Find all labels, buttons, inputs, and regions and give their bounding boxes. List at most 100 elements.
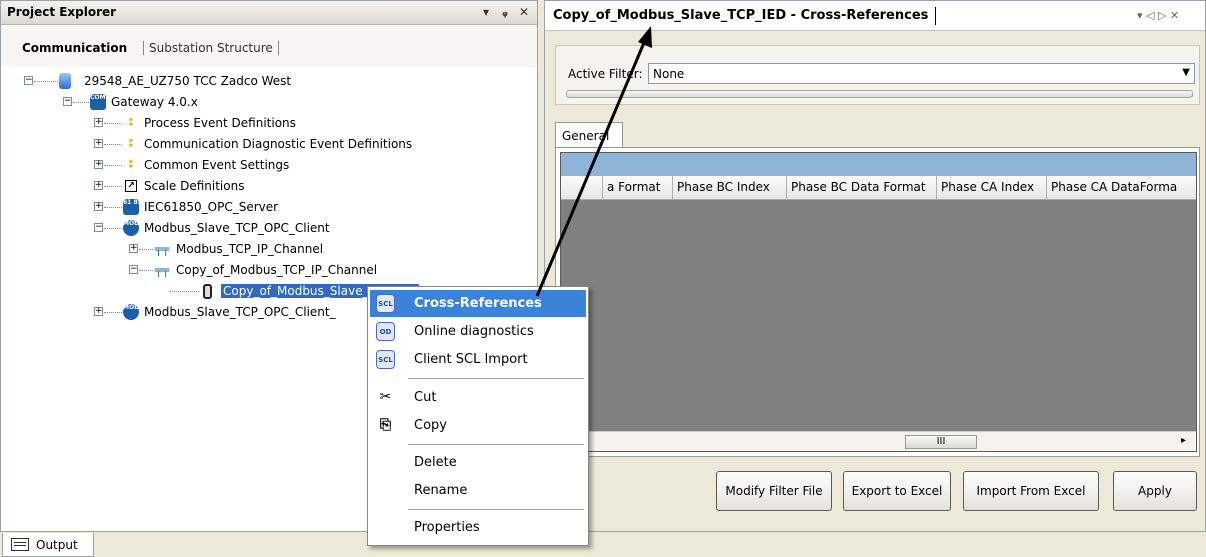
output-tab-label: Output	[36, 538, 78, 552]
database-icon	[59, 73, 71, 89]
active-filter-value: None	[653, 67, 685, 81]
grid-header-row: a Format Phase BC Index Phase BC Data Fo…	[561, 176, 1196, 200]
menu-item-copy[interactable]: ⎘ Copy	[370, 412, 586, 439]
menu-item-label: Delete	[414, 455, 457, 470]
expand-icon[interactable]: +	[94, 307, 103, 316]
export-to-excel-button[interactable]: Export to Excel	[843, 471, 951, 511]
window-controls-icon[interactable]: ▾ ◁ ▷ ✕	[1137, 9, 1179, 22]
output-tab[interactable]: Output	[2, 533, 94, 557]
tree-node-label: Modbus_TCP_IP_Channel	[176, 242, 324, 256]
iec61850-icon: 61 850	[123, 199, 146, 215]
menu-item-delete[interactable]: Delete	[370, 449, 586, 476]
active-filter-label: Active Filter:	[568, 67, 643, 81]
output-icon	[11, 538, 29, 551]
tree-node-comm-diag-events[interactable]: + ⁑ Communication Diagnostic Event Defin…	[1, 136, 501, 154]
tree-node-label: Common Event Settings	[144, 158, 290, 172]
general-panel: a Format Phase BC Index Phase BC Data Fo…	[555, 147, 1200, 457]
import-from-excel-button[interactable]: Import From Excel	[963, 471, 1099, 511]
expand-icon[interactable]: +	[94, 202, 103, 211]
collapse-icon[interactable]: −	[94, 223, 103, 232]
expand-icon[interactable]: +	[94, 118, 103, 127]
tab-substation-structure[interactable]: Substation Structure	[143, 41, 279, 55]
expand-icon[interactable]: +	[94, 160, 103, 169]
menu-item-online-diagnostics[interactable]: OD Online diagnostics	[370, 318, 586, 345]
column-header[interactable]: Phase CA DataForma	[1047, 176, 1196, 200]
project-explorer-title: Project Explorer	[7, 5, 117, 19]
tree-node-copy-channel[interactable]: − ╤╤ Copy_of_Modbus_TCP_IP_Channel	[1, 262, 501, 280]
active-filter-select[interactable]: None ▼	[648, 63, 1195, 84]
tree-node-common-events[interactable]: + ⁑ Common Event Settings	[1, 157, 501, 175]
tree-node-label: Scale Definitions	[144, 179, 245, 193]
modbus-icon: MOD BUS	[123, 304, 155, 320]
column-header[interactable]: Phase BC Data Format	[787, 176, 937, 200]
menu-separator	[408, 444, 584, 445]
tree-node-scale-definitions[interactable]: + ↗ Scale Definitions	[1, 178, 501, 196]
menu-item-rename[interactable]: Rename	[370, 477, 586, 504]
grid-group-band	[561, 153, 1196, 176]
menu-item-label: Cross-References	[414, 296, 542, 311]
collapse-icon[interactable]: −	[129, 265, 138, 274]
menu-item-label: Properties	[414, 520, 480, 535]
pane-dropdown-icon[interactable]: ▾	[483, 5, 489, 19]
modify-filter-file-button[interactable]: Modify Filter File	[716, 471, 832, 511]
menu-item-cross-references[interactable]: SCL Cross-References	[370, 290, 586, 317]
menu-separator	[408, 378, 584, 379]
tree-connector	[34, 81, 58, 82]
gateway-icon: COM 600	[90, 94, 120, 110]
expand-icon[interactable]: +	[94, 139, 103, 148]
expand-icon[interactable]: +	[94, 181, 103, 190]
event-icon: ⁑	[128, 137, 134, 150]
menu-item-client-scl-import[interactable]: SCL Client SCL Import	[370, 346, 586, 373]
tree-connector	[104, 186, 122, 187]
copy-icon: ⎘	[379, 417, 392, 433]
tree-node-label: Modbus_Slave_TCP_OPC_Client_	[144, 305, 336, 319]
grid-row-header	[561, 176, 603, 200]
tree-node-process-events[interactable]: + ⁑ Process Event Definitions	[1, 115, 501, 133]
pin-icon[interactable]: ᵩ	[502, 5, 508, 19]
filter-group: Active Filter: None ▼	[555, 45, 1200, 105]
document-tab-title[interactable]: Copy_of_Modbus_Slave_TCP_IED - Cross-Ref…	[553, 8, 928, 23]
tree-node-gateway[interactable]: − COM 600 Gateway 4.0.x	[1, 94, 501, 112]
expand-icon[interactable]: +	[129, 244, 138, 253]
menu-item-properties[interactable]: Properties	[370, 514, 586, 541]
column-header[interactable]: a Format	[603, 176, 673, 200]
filter-progress-bar	[566, 90, 1193, 98]
scrollbar-thumb[interactable]: III	[905, 435, 977, 449]
column-header[interactable]: Phase CA Index	[937, 176, 1047, 200]
scale-icon: ↗	[125, 180, 137, 192]
explorer-tabs: Communication Substation Structure	[1, 25, 537, 67]
tree-connector	[104, 207, 122, 208]
tree-node-label: 29548_AE_UZ750 TCC Zadco West	[84, 74, 292, 88]
ied-icon	[203, 284, 212, 299]
tree-connector	[104, 144, 122, 145]
tree-node-modbus-channel[interactable]: + ╤╤ Modbus_TCP_IP_Channel	[1, 241, 501, 259]
menu-item-cut[interactable]: ✂ Cut	[370, 384, 586, 411]
tree-connector	[104, 312, 122, 313]
event-icon: ⁑	[128, 116, 134, 129]
tab-communication[interactable]: Communication	[17, 41, 132, 55]
apply-button[interactable]: Apply	[1113, 471, 1197, 511]
text-caret	[935, 7, 936, 25]
tree-node-iec61850[interactable]: + 61 850 IEC61850_OPC_Server	[1, 199, 501, 217]
tree-node-label: IEC61850_OPC_Server	[144, 200, 279, 214]
scroll-right-icon[interactable]: ▸	[1181, 435, 1186, 446]
tree-connector	[104, 165, 122, 166]
scl-icon: SCL	[376, 350, 395, 369]
tree-node-project[interactable]: − 29548_AE_UZ750 TCC Zadco West	[1, 73, 501, 91]
cross-references-grid[interactable]: a Format Phase BC Index Phase BC Data Fo…	[560, 152, 1197, 452]
close-icon[interactable]: ✕	[519, 5, 529, 19]
scl-icon: SCL	[376, 294, 395, 313]
tree-node-label: Gateway 4.0.x	[111, 95, 198, 109]
tab-general-label: General	[562, 129, 610, 143]
collapse-icon[interactable]: −	[24, 76, 33, 85]
tree-connector	[139, 270, 153, 271]
collapse-icon[interactable]: −	[63, 97, 72, 106]
tree-node-modbus-client[interactable]: − MOD BUS Modbus_Slave_TCP_OPC_Client	[1, 220, 501, 238]
tree-connector	[104, 123, 122, 124]
context-menu: SCL Cross-References OD Online diagnosti…	[367, 286, 589, 546]
modbus-icon: MOD BUS	[123, 220, 155, 236]
tab-general[interactable]: General	[555, 122, 623, 148]
column-header[interactable]: Phase BC Index	[673, 176, 787, 200]
tree-node-label: Communication Diagnostic Event Definitio…	[144, 137, 413, 151]
horizontal-scrollbar[interactable]: III ▸	[561, 431, 1196, 451]
